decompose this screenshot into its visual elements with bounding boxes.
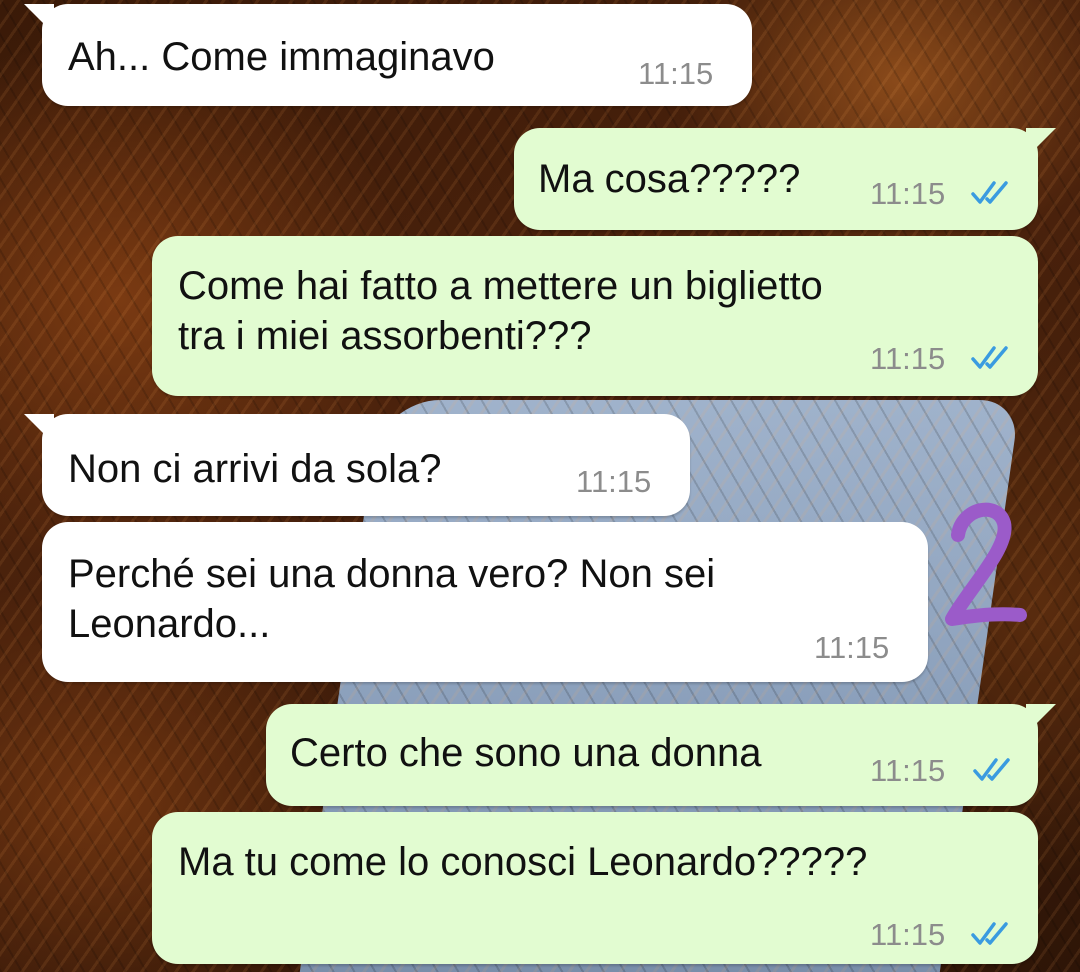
bubble-tail bbox=[1026, 128, 1056, 158]
message-text: Perché sei una donna vero? Non sei Leona… bbox=[68, 552, 716, 646]
message-timestamp: 11:15 bbox=[638, 56, 714, 91]
read-double-check-icon bbox=[971, 181, 1008, 204]
message-bubble-incoming[interactable]: Non ci arrivi da sola? 11:15 bbox=[24, 414, 690, 516]
message-text: Ah... Come immaginavo bbox=[68, 35, 495, 79]
read-double-check-icon bbox=[973, 758, 1010, 781]
read-double-check-icon bbox=[971, 346, 1008, 369]
message-timestamp: 11:15 bbox=[576, 464, 652, 499]
message-timestamp: 11:15 bbox=[870, 917, 946, 952]
bubble-tail bbox=[24, 4, 54, 34]
message-timestamp: 11:15 bbox=[870, 176, 946, 211]
message-text: Ma tu come lo conosci Leonardo????? bbox=[178, 840, 868, 884]
message-timestamp: 11:15 bbox=[814, 630, 890, 665]
message-text: Ma cosa????? bbox=[538, 157, 801, 201]
message-bubble-outgoing[interactable]: Come hai fatto a mettere un biglietto tr… bbox=[152, 236, 1038, 396]
bubble-tail bbox=[1026, 704, 1056, 734]
message-text: Non ci arrivi da sola? bbox=[68, 447, 442, 491]
bubble-tail bbox=[24, 414, 54, 444]
message-text: Come hai fatto a mettere un biglietto tr… bbox=[178, 264, 823, 358]
message-bubble-incoming[interactable]: Perché sei una donna vero? Non sei Leona… bbox=[42, 522, 928, 682]
message-bubble-outgoing[interactable]: Ma cosa????? 11:15 bbox=[514, 128, 1056, 230]
handwritten-number-annotation: 2 bbox=[945, 502, 1027, 626]
message-text: Certo che sono una donna bbox=[290, 731, 762, 775]
read-double-check-icon bbox=[971, 922, 1008, 945]
message-bubble-incoming[interactable]: Ah... Come immaginavo 11:15 bbox=[24, 4, 752, 106]
message-bubble-outgoing[interactable]: Ma tu come lo conosci Leonardo????? 11:1… bbox=[152, 812, 1038, 964]
message-timestamp: 11:15 bbox=[870, 753, 946, 788]
message-timestamp: 11:15 bbox=[870, 341, 946, 376]
message-bubble-outgoing[interactable]: Certo che sono una donna 11:15 bbox=[266, 704, 1056, 806]
